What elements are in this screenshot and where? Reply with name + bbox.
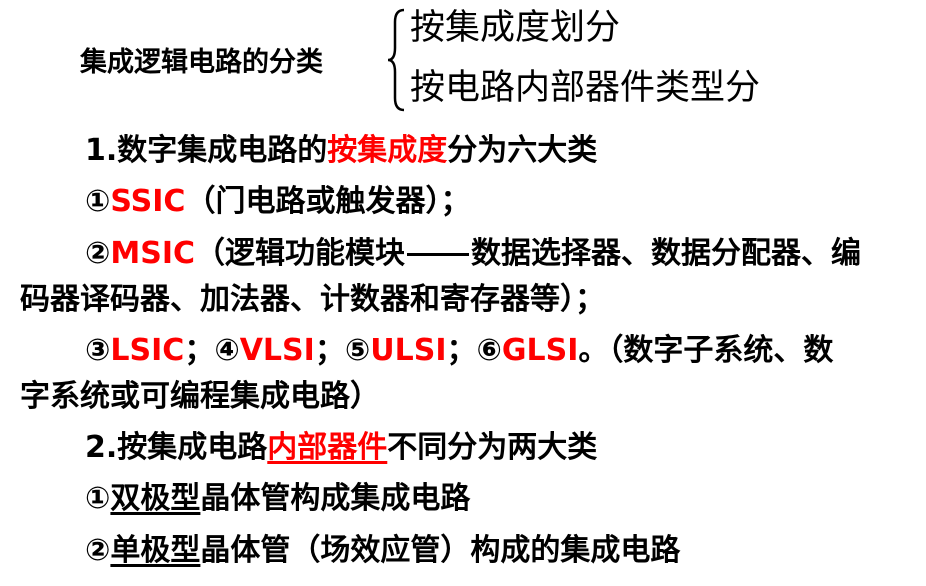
item-number: ③ [85, 333, 111, 368]
list-item-ssic: ①SSIC（门电路或触发器）； [85, 182, 470, 222]
separator: ； [314, 333, 345, 368]
section2-heading-prefix: 2.按集成电路 [85, 430, 268, 465]
classification-title: 集成逻辑电路的分类 [80, 43, 323, 83]
branch2-text: 按电路内部器件类型分 [410, 68, 761, 108]
item-number: ① [85, 481, 111, 516]
section2-heading-highlight: 内部器件 [267, 430, 388, 465]
item-key: 双极型 [110, 481, 201, 516]
list-item-glsi-cont: 字系统或可编程集成电路） [20, 377, 380, 417]
item-name: SSIC [110, 184, 186, 219]
item-desc-wrap: 字系统或可编程集成电路） [20, 379, 380, 414]
section1-heading-highlight: 按集成度 [327, 133, 448, 168]
section2-heading: 2.按集成电路内部器件不同分为两大类 [85, 428, 597, 468]
list-item-lsic-glsi: ③LSIC；④VLSI；⑤ULSI；⑥GLSI。（数字子系统、数 [85, 331, 833, 371]
item-name: GLSI [501, 333, 579, 368]
branch-internal-device: 按电路内部器件类型分 [410, 66, 760, 110]
item-name: ULSI [370, 333, 447, 368]
item-number: ⑤ [344, 333, 371, 368]
separator: ； [446, 333, 477, 368]
item-desc-cont: 数据选择器、数据分配器、编 [471, 236, 862, 271]
section1-heading: 1.数字集成电路的按集成度分为六大类 [85, 131, 597, 171]
title-text: 集成逻辑电路的分类 [80, 47, 323, 78]
item-name: LSIC [110, 333, 185, 368]
item-desc: 。（数字子系统、数 [578, 333, 834, 368]
item-key: 单极型 [110, 533, 201, 568]
separator: ； [184, 333, 215, 368]
list-item-bipolar: ①双极型晶体管构成集成电路 [85, 479, 470, 519]
branch1-text: 按集成度划分 [410, 8, 621, 48]
section2-heading-suffix: 不同分为两大类 [387, 430, 598, 465]
item-desc: （门电路或触发器）； [185, 184, 471, 219]
item-number: ② [85, 533, 111, 568]
item-desc-wrap: 码器译码器、加法器、计数器和寄存器等）； [20, 282, 605, 317]
item-desc: （逻辑功能模块 [195, 236, 406, 271]
list-item-unipolar: ②单极型晶体管（场效应管）构成的集成电路 [85, 531, 680, 571]
item-name: VLSI [239, 333, 315, 368]
item-number: ⑥ [476, 333, 502, 368]
section1-heading-suffix: 分为六大类 [447, 133, 598, 168]
item-desc: 晶体管（场效应管）构成的集成电路 [200, 533, 681, 568]
list-item-msic-cont: 码器译码器、加法器、计数器和寄存器等）； [20, 280, 605, 320]
em-dash-line [407, 253, 470, 256]
branch-integration: 按集成度划分 [410, 6, 620, 50]
section1-heading-prefix: 1.数字集成电路的 [85, 133, 328, 168]
list-item-msic: ②MSIC（逻辑功能模块 数据选择器、数据分配器、编 [85, 234, 861, 274]
item-number: ② [85, 236, 111, 271]
item-number: ④ [214, 333, 240, 368]
item-name: MSIC [110, 236, 196, 271]
item-desc: 晶体管构成集成电路 [200, 481, 471, 516]
item-number: ① [85, 184, 111, 219]
curly-brace-icon [387, 8, 405, 112]
